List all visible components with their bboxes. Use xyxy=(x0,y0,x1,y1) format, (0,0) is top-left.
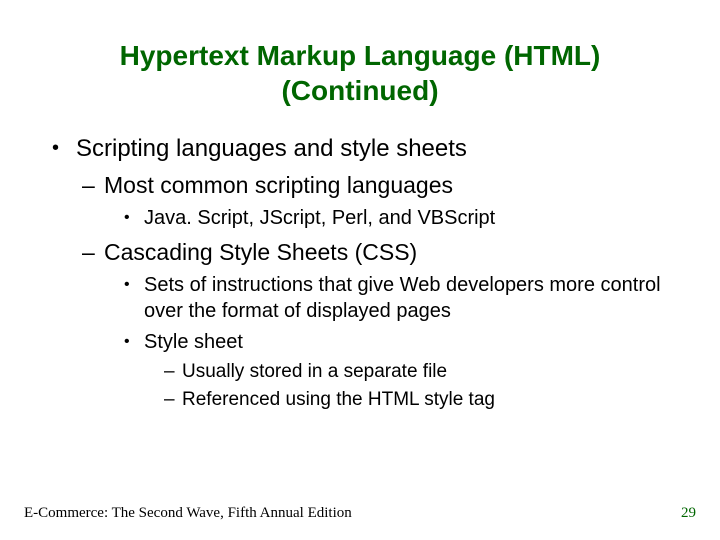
dash-icon: – xyxy=(82,171,104,200)
bullet-level-4: – Usually stored in a separate file xyxy=(164,360,696,384)
bullet-text: Scripting languages and style sheets xyxy=(76,134,467,165)
bullet-icon: • xyxy=(124,206,144,232)
bullet-text: Style sheet xyxy=(144,330,243,356)
dash-icon: – xyxy=(164,388,182,412)
bullet-text: Referenced using the HTML style tag xyxy=(182,388,495,412)
page-number: 29 xyxy=(681,505,696,522)
bullet-icon: • xyxy=(124,273,144,324)
slide-body: • Scripting languages and style sheets –… xyxy=(24,134,696,413)
bullet-icon: • xyxy=(52,134,76,165)
footer-source: E-Commerce: The Second Wave, Fifth Annua… xyxy=(24,505,352,522)
dash-icon: – xyxy=(82,238,104,267)
bullet-level-3: • Style sheet xyxy=(124,330,696,356)
title-line-1: Hypertext Markup Language (HTML) xyxy=(120,40,601,71)
dash-icon: – xyxy=(164,360,182,384)
bullet-level-3: • Java. Script, JScript, Perl, and VBScr… xyxy=(124,206,696,232)
slide: Hypertext Markup Language (HTML) (Contin… xyxy=(0,0,720,540)
bullet-text: Cascading Style Sheets (CSS) xyxy=(104,238,417,267)
bullet-text: Java. Script, JScript, Perl, and VBScrip… xyxy=(144,206,495,232)
bullet-text: Usually stored in a separate file xyxy=(182,360,447,384)
bullet-text: Most common scripting languages xyxy=(104,171,453,200)
slide-footer: E-Commerce: The Second Wave, Fifth Annua… xyxy=(24,505,696,522)
bullet-level-2: – Cascading Style Sheets (CSS) xyxy=(82,238,696,267)
slide-title: Hypertext Markup Language (HTML) (Contin… xyxy=(24,38,696,108)
bullet-level-1: • Scripting languages and style sheets xyxy=(52,134,696,165)
bullet-level-3: • Sets of instructions that give Web dev… xyxy=(124,273,696,324)
bullet-text: Sets of instructions that give Web devel… xyxy=(144,273,696,324)
bullet-icon: • xyxy=(124,330,144,356)
title-line-2: (Continued) xyxy=(281,75,438,106)
bullet-level-4: – Referenced using the HTML style tag xyxy=(164,388,696,412)
bullet-level-2: – Most common scripting languages xyxy=(82,171,696,200)
